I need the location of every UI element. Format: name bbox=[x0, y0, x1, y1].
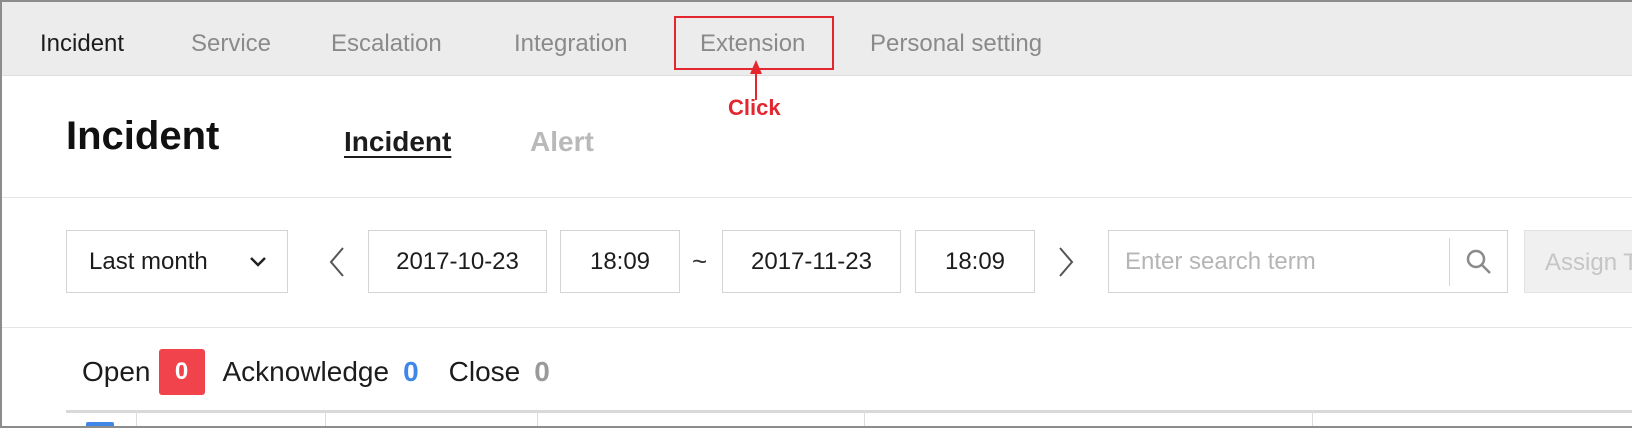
search-button[interactable] bbox=[1449, 237, 1507, 286]
close-count[interactable]: 0 bbox=[534, 356, 550, 388]
open-label[interactable]: Open bbox=[82, 356, 151, 388]
nav-item-integration[interactable]: Integration bbox=[514, 2, 627, 76]
table-column-divider bbox=[537, 410, 538, 426]
open-count-badge[interactable]: 0 bbox=[158, 349, 205, 395]
tab-alert[interactable]: Alert bbox=[530, 126, 594, 158]
app-window: Incident Service Escalation Integration … bbox=[0, 0, 1632, 428]
table-column-divider bbox=[136, 410, 137, 426]
acknowledge-count[interactable]: 0 bbox=[403, 356, 419, 388]
start-time-field[interactable]: 18:09 bbox=[560, 230, 680, 293]
click-annotation: Click bbox=[728, 95, 781, 120]
acknowledge-label[interactable]: Acknowledge bbox=[223, 356, 390, 388]
range-dropdown-value: Last month bbox=[89, 247, 208, 275]
top-nav: Incident Service Escalation Integration … bbox=[2, 2, 1632, 76]
tab-incident[interactable]: Incident bbox=[344, 126, 451, 158]
filter-divider bbox=[2, 327, 1632, 328]
nav-item-incident[interactable]: Incident bbox=[40, 2, 124, 76]
nav-item-escalation[interactable]: Escalation bbox=[331, 2, 442, 76]
prev-range-icon[interactable] bbox=[325, 242, 349, 282]
end-time-field[interactable]: 18:09 bbox=[915, 230, 1035, 293]
next-range-icon[interactable] bbox=[1054, 242, 1078, 282]
select-all-checkbox[interactable] bbox=[86, 422, 114, 426]
nav-item-service[interactable]: Service bbox=[191, 2, 271, 76]
search-icon bbox=[1466, 249, 1491, 274]
page-title: Incident bbox=[66, 114, 220, 158]
range-dropdown[interactable]: Last month bbox=[66, 230, 288, 293]
range-separator: ~ bbox=[692, 246, 708, 276]
header-divider bbox=[2, 197, 1632, 198]
arrow-up-icon bbox=[750, 60, 762, 100]
status-summary: Open 0 Acknowledge 0 Close 0 bbox=[82, 347, 550, 397]
table-column-divider bbox=[864, 410, 865, 426]
search-box bbox=[1108, 230, 1508, 293]
search-input[interactable] bbox=[1125, 247, 1445, 276]
end-date-field[interactable]: 2017-11-23 bbox=[722, 230, 901, 293]
nav-item-personal-setting[interactable]: Personal setting bbox=[870, 2, 1042, 76]
chevron-down-icon bbox=[250, 256, 266, 267]
start-date-field[interactable]: 2017-10-23 bbox=[368, 230, 547, 293]
close-label[interactable]: Close bbox=[449, 356, 521, 388]
table-column-divider bbox=[1312, 410, 1313, 426]
table-column-divider bbox=[325, 410, 326, 426]
assign-button[interactable]: Assign T bbox=[1524, 230, 1632, 293]
incident-table-header bbox=[66, 410, 1632, 426]
